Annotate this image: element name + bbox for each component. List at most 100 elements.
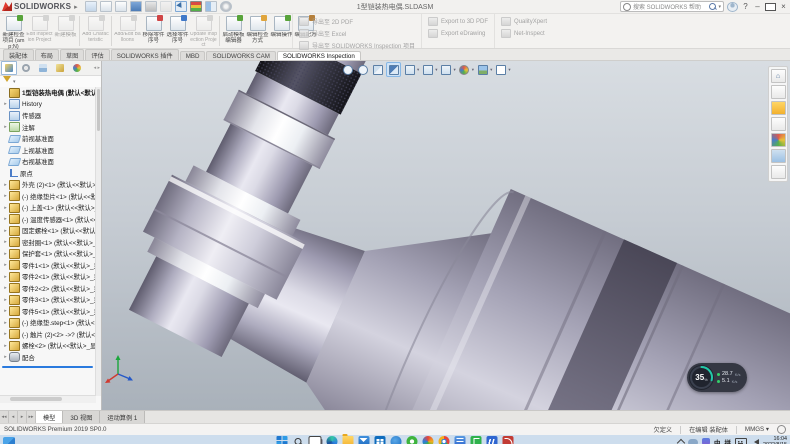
previous-view-icon[interactable]	[371, 63, 384, 76]
solidworks-forum-icon[interactable]	[771, 165, 786, 179]
expand-arrow-icon[interactable]: ▸	[2, 285, 9, 291]
taskbar-item-reader-app[interactable]	[455, 436, 466, 444]
expand-arrow-icon[interactable]: ▸	[2, 239, 9, 245]
expand-arrow-icon[interactable]: ▸	[2, 308, 9, 314]
tree-item[interactable]: ▸零件5<1> (默认<<默认>_显示状	[0, 306, 96, 318]
mail-icon[interactable]	[359, 436, 370, 444]
tree-item[interactable]: ▸(-) 温度传感器<1> (默认<<默认>_	[0, 214, 96, 226]
microsoft-store-icon[interactable]	[375, 436, 386, 444]
rollback-bar[interactable]	[2, 366, 93, 368]
expand-arrow-icon[interactable]: ▸	[2, 182, 9, 188]
tab-layout[interactable]: 布局	[35, 49, 59, 60]
panel-tab-configurationmanager[interactable]	[35, 61, 51, 75]
reader-app-icon[interactable]	[455, 436, 466, 444]
taskbar-item-start[interactable]	[277, 436, 288, 444]
view-orientation-dropdown-icon[interactable]: ▾	[417, 67, 419, 73]
onedrive-tray-icon[interactable]	[688, 439, 698, 444]
edit-inspection-method-button[interactable]: 编辑检查方式	[246, 15, 269, 44]
tray-expand-icon[interactable]	[677, 439, 685, 444]
tab-inspection[interactable]: SOLIDWORKS Inspection	[277, 51, 361, 60]
taskbar-item-edge[interactable]	[327, 436, 338, 444]
tab-mbd[interactable]: MBD	[180, 51, 206, 60]
search-icon[interactable]	[293, 436, 304, 444]
view-orientation-icon[interactable]	[403, 63, 416, 76]
tree-item[interactable]: 上视基准面	[0, 145, 96, 157]
tree-item[interactable]: ▸(-) 绝缘垫.step<1> (默认<<默认>	[0, 317, 96, 329]
tree-item[interactable]: ▸注解	[0, 122, 96, 134]
green-browser-icon[interactable]	[407, 436, 418, 444]
tree-item[interactable]: ▸零件3<1> (默认<<默认>_显示状	[0, 294, 96, 306]
tree-item[interactable]: ▸零件2<1> (默认<<默认>_显示状	[0, 271, 96, 283]
tab-sketch[interactable]: 草图	[60, 49, 84, 60]
custom-properties-icon[interactable]	[771, 149, 786, 163]
menu-flyout-arrow[interactable]: ▸	[74, 3, 78, 11]
undo-icon[interactable]	[160, 1, 172, 12]
edit-appearance-dropdown-icon[interactable]: ▾	[472, 67, 474, 73]
status-options-icon[interactable]	[777, 425, 786, 434]
tab-assembly[interactable]: 装配体	[3, 49, 34, 60]
solidworks-app-icon[interactable]	[503, 436, 514, 444]
taskbar-item-blue-w-app[interactable]	[487, 436, 498, 444]
edit-operation-button[interactable]: 编辑操作	[270, 15, 293, 38]
expand-arrow-icon[interactable]: ▸	[2, 262, 9, 268]
file-explorer-pane-icon[interactable]	[771, 101, 786, 115]
tab-cam[interactable]: SOLIDWORKS CAM	[206, 51, 275, 60]
expand-arrow-icon[interactable]: ▸	[2, 251, 9, 257]
solidworks-resources-icon[interactable]: ⌂	[771, 69, 786, 83]
blue-w-app-icon[interactable]	[487, 436, 498, 444]
taskbar-clock[interactable]: 16:04 2022/8/15	[763, 436, 787, 444]
expand-arrow-icon[interactable]: ▸	[2, 343, 9, 349]
expand-arrow-icon[interactable]: ▸	[2, 297, 9, 303]
tree-item[interactable]: ▸(-) 绝缘垫片<1> (默认<<默认>_显	[0, 191, 96, 203]
expand-arrow-icon[interactable]: ▸	[2, 320, 9, 326]
tab-scroll-button[interactable]: ◂◂	[0, 411, 9, 423]
taskbar-item-file-explorer[interactable]	[343, 436, 354, 444]
tree-item[interactable]: ▸密封圈<1> (默认<<默认>_显示状	[0, 237, 96, 249]
login-user-icon[interactable]	[727, 2, 738, 12]
expand-arrow-icon[interactable]: ▸	[2, 228, 9, 234]
select-balloons-button[interactable]: 选择零件序号	[166, 15, 189, 44]
zoom-to-fit-icon[interactable]	[341, 63, 354, 76]
tree-item[interactable]: ▸(-) 触片 (2)<2> ->? (默认<<默认>	[0, 329, 96, 341]
model-tab-motion-study[interactable]: 运动算例 1	[100, 411, 145, 423]
touch-keyboard-icon[interactable]	[735, 438, 747, 444]
panel-vscrollbar[interactable]	[95, 87, 101, 396]
edge-icon[interactable]	[327, 436, 338, 444]
graphics-area[interactable]: ▾▾▾▾▾▾ ⌂ 35 %	[102, 61, 790, 410]
ime-mode-indicator[interactable]: 拼	[725, 437, 732, 444]
tree-item[interactable]: ▸(-) 上盖<1> (默认<<默认>_显示状	[0, 202, 96, 214]
zoom-to-area-icon[interactable]	[356, 63, 369, 76]
performance-float-widget[interactable]: 35 % 28.7K/s 5.1K/s	[687, 363, 747, 392]
expand-arrow-icon[interactable]: ▸	[2, 216, 9, 222]
tree-item[interactable]: ▸History	[0, 99, 96, 111]
expand-arrow-icon[interactable]: ▸	[2, 354, 9, 360]
task-view-icon[interactable]	[309, 436, 322, 444]
tab-evaluate[interactable]: 评估	[85, 49, 109, 60]
options-gear-icon[interactable]	[220, 1, 232, 12]
volume-icon[interactable]	[751, 439, 759, 444]
expand-arrow-icon[interactable]: ▸	[2, 205, 9, 211]
taskbar-item-solidworks-app[interactable]	[503, 436, 514, 444]
panel-tab-pager[interactable]: ◂ ▸	[94, 65, 100, 71]
taskbar-item-task-view[interactable]	[309, 436, 322, 444]
panel-tab-displaymanager[interactable]	[69, 61, 85, 75]
taskbar-item-microsoft-store[interactable]	[375, 436, 386, 444]
tree-item[interactable]: ▸固定螺栓<1> (默认<<默认>_显示	[0, 225, 96, 237]
tree-item[interactable]: 传感器	[0, 110, 96, 122]
open-document-icon[interactable]	[115, 1, 127, 12]
filter-dropdown-icon[interactable]: ▾	[13, 79, 16, 85]
view-settings-icon[interactable]	[494, 63, 507, 76]
panel-tab-propertymanager[interactable]	[18, 61, 34, 75]
display-panes-icon[interactable]	[205, 1, 217, 12]
section-view-icon[interactable]	[386, 62, 401, 77]
select-arrow-icon[interactable]	[175, 1, 187, 12]
hide-show-items-dropdown-icon[interactable]: ▾	[454, 67, 456, 73]
tree-item[interactable]: ▸零件1<1> (默认<<默认>_显示状	[0, 260, 96, 272]
tree-item[interactable]: 原点	[0, 168, 96, 180]
search-icon[interactable]	[709, 3, 716, 10]
appearances-scenes-icon[interactable]	[771, 133, 786, 147]
apply-scene-icon[interactable]	[476, 63, 489, 76]
expand-arrow-icon[interactable]: ▸	[2, 193, 9, 199]
taskbar-item-green-browser[interactable]	[407, 436, 418, 444]
home-icon[interactable]	[85, 1, 97, 12]
